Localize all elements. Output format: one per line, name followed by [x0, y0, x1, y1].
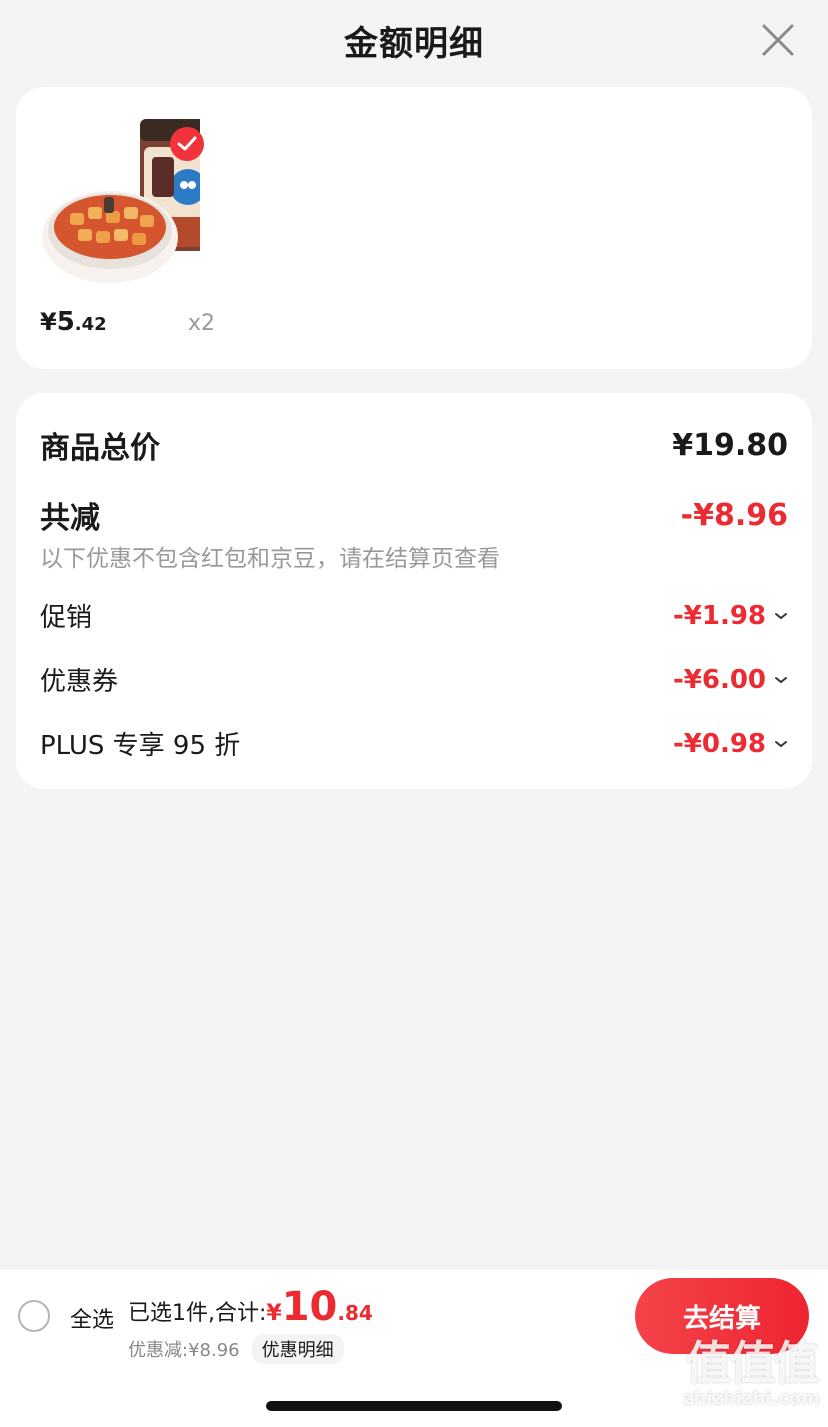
checkmark-icon	[177, 136, 197, 151]
watermark-url: zhizhizhi.com	[682, 1388, 820, 1409]
price-integer: 5	[56, 307, 75, 337]
discount-label: PLUS 专享 95 折	[40, 731, 241, 761]
summary-card: 商品总价 ¥19.80 共减 -¥8.96 以下优惠不包含红包和京豆，请在结算页…	[16, 393, 812, 789]
discount-value-wrap: -¥0.98	[673, 729, 788, 759]
modal-header: 金额明细	[0, 0, 828, 80]
discount-row-promotion[interactable]: 促销 -¥1.98	[40, 597, 788, 634]
watermark-logo: 值值值	[685, 1336, 819, 1390]
currency-symbol: ¥	[40, 308, 57, 336]
price-decimal: .42	[74, 314, 107, 335]
close-button[interactable]	[758, 20, 798, 60]
total-integer: 10	[281, 1284, 338, 1330]
chevron-down-icon[interactable]	[774, 739, 788, 749]
discount-summary: 优惠减:¥8.96 优惠明细	[128, 1334, 344, 1364]
discount-value: -¥1.98	[672, 600, 766, 631]
discount-row-coupon[interactable]: 优惠券 -¥6.00	[40, 661, 788, 698]
close-icon[interactable]	[758, 20, 798, 60]
product-quantity: x2	[188, 311, 216, 336]
discount-value: -¥6.00	[672, 664, 766, 695]
discount-value-wrap: -¥1.98	[673, 601, 788, 631]
page-title: 金额明细	[344, 23, 484, 64]
select-all-label[interactable]: 全选	[70, 1302, 114, 1334]
home-indicator	[266, 1401, 562, 1411]
total-price-label: 商品总价	[40, 431, 160, 466]
total-reduce-label: 共减	[40, 501, 100, 536]
total-price-value: ¥19.80	[672, 427, 788, 463]
discount-note: 以下优惠不包含红包和京豆，请在结算页查看	[40, 546, 500, 572]
discount-summary-text: 优惠减:¥8.96	[128, 1340, 240, 1361]
currency-symbol: ¥	[266, 1301, 282, 1326]
total-price-row: 商品总价 ¥19.80	[40, 423, 788, 467]
chevron-down-icon[interactable]	[774, 611, 788, 621]
chevron-down-icon[interactable]	[774, 675, 788, 685]
discount-label: 促销	[40, 603, 93, 633]
discount-value: -¥0.98	[672, 728, 766, 759]
watermark: 值值值 zhizhizhi.com	[683, 1338, 820, 1409]
selected-count-text: 已选1件,合计:	[128, 1301, 267, 1326]
discount-label: 优惠券	[40, 667, 119, 697]
total-reduce-row: 共减 -¥8.96	[40, 493, 788, 537]
select-all-radio[interactable]	[18, 1300, 50, 1332]
product-card: ¥5.42 x2	[16, 87, 812, 369]
selected-badge[interactable]	[170, 127, 204, 161]
order-total: 已选1件,合计: ¥ 10 .84	[128, 1284, 373, 1330]
total-decimal: .84	[337, 1301, 373, 1325]
total-reduce-value: -¥8.96	[680, 497, 788, 533]
discount-detail-button[interactable]: 优惠明细	[251, 1334, 344, 1364]
product-price: ¥5.42	[40, 307, 107, 337]
discount-row-plus[interactable]: PLUS 专享 95 折 -¥0.98	[40, 725, 788, 762]
discount-value-wrap: -¥6.00	[673, 665, 788, 695]
